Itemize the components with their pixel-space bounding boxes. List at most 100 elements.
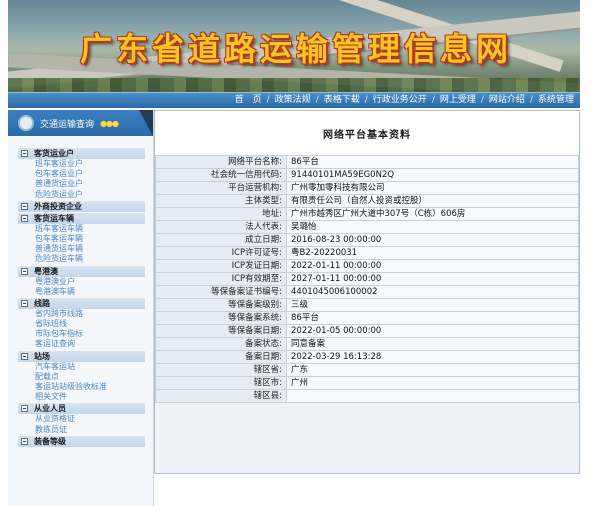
sidebar-menu: 客货运业户 班车客运业户 包车客运业户 普通货运业户 危险货运业户 外商投资企业 客货运车辆… — [8, 148, 153, 447]
sidebar-category[interactable]: 客货运车辆 — [18, 212, 145, 224]
sidebar-link[interactable]: 包车客运业户 — [18, 169, 145, 179]
field-label: 辖区市: — [155, 376, 287, 390]
sidebar-link[interactable]: 市际包车指标 — [18, 329, 145, 339]
sidebar-category[interactable]: 站场 — [18, 350, 145, 362]
field-value: 广州市越秀区广州大道中307号（C栋）606房 — [286, 207, 579, 221]
sidebar-link[interactable]: 普通货运业户 — [18, 179, 145, 189]
sidebar-category[interactable]: 从业人员 — [18, 403, 145, 415]
nav-link[interactable]: 政策法规 — [275, 95, 311, 105]
field-value: 三级 — [286, 298, 579, 312]
table-row: 辖区省: 广东 — [155, 363, 579, 377]
sidebar-category[interactable]: 线路 — [18, 297, 145, 309]
sidebar-link[interactable]: 相关文件 — [18, 392, 145, 402]
sidebar-link[interactable]: 省际班线 — [18, 319, 145, 329]
site-title: 广东省道路运输管理信息网 — [80, 30, 513, 68]
field-value: 广州零加零科技有限公司 — [286, 181, 579, 195]
field-label: 备案状态: — [155, 337, 287, 351]
table-row: 等保备案系统: 86平台 — [155, 311, 579, 325]
sidebar-category[interactable]: 外商投资企业 — [18, 200, 145, 212]
field-label: ICP有效期至: — [155, 272, 287, 286]
sidebar-link[interactable]: 省内跨市线路 — [18, 309, 145, 319]
collapse-icon[interactable] — [21, 150, 28, 157]
nav-item: / 系统管理 — [525, 94, 574, 107]
sidebar-category[interactable]: 客货运业户 — [18, 148, 145, 159]
nav-link[interactable]: 表格下载 — [324, 95, 360, 105]
sidebar-link[interactable]: 普通货运车辆 — [18, 244, 145, 254]
field-label: 主体类型: — [155, 194, 287, 208]
field-value: 吴璐怡 — [286, 220, 579, 234]
nav-item: / 网上受理 — [427, 94, 476, 107]
nav-separator: / — [431, 95, 435, 105]
collapse-icon[interactable] — [21, 405, 28, 413]
table-row: 主体类型: 有限责任公司（自然人投资或控股） — [155, 194, 579, 208]
sidebar-link[interactable]: 粤港澳业户 — [18, 277, 145, 287]
field-value: 广州 — [286, 376, 579, 390]
table-row: 备案日期: 2022-03-29 16:13:28 — [155, 350, 579, 364]
field-value: 91440101MA59EG0N2Q — [286, 168, 579, 182]
sidebar-link[interactable]: 从业资格证 — [18, 414, 145, 424]
nav-link[interactable]: 系统管理 — [538, 95, 574, 105]
sidebar-link[interactable]: 配载点 — [18, 372, 145, 382]
table-row: 平台运营机构: 广州零加零科技有限公司 — [155, 181, 579, 195]
field-value: 广东 — [286, 363, 579, 377]
table-row: 法人代表: 吴璐怡 — [155, 220, 579, 234]
site-banner: 广东省道路运输管理信息网 — [8, 0, 580, 92]
field-label: 平台运营机构: — [155, 181, 287, 195]
sidebar-link[interactable]: 粤港澳车辆 — [18, 287, 145, 297]
nav-link[interactable]: 行政业务公开 — [373, 95, 427, 105]
collapse-icon[interactable] — [21, 352, 28, 360]
field-label: 辖区县: — [155, 389, 287, 403]
field-value: 有限责任公司（自然人投资或控股） — [286, 194, 579, 208]
table-row: ICP发证日期: 2022-01-11 00:00:00 — [155, 259, 579, 273]
sidebar-link[interactable]: 汽车客运站 — [18, 362, 145, 372]
sidebar: 交通运输查询 ●●● 客货运业户 班车客运业户 包车客运业户 普通货运业户 危险货运业户… — [8, 110, 154, 506]
field-label: 备案日期: — [155, 350, 287, 364]
nav-separator: / — [266, 95, 270, 105]
sidebar-link[interactable]: 包车客运车辆 — [18, 234, 145, 244]
field-label: 地址: — [155, 207, 287, 221]
field-label: 等保备案系统: — [155, 311, 287, 325]
main-content: 网络平台基本资料 网络平台名称: 86平台 社会统一信用代码: 91440101MA5… — [154, 110, 580, 474]
field-label: 等保备案日期: — [155, 324, 287, 338]
sidebar-link[interactable]: 危险货运车辆 — [18, 254, 145, 264]
sidebar-link[interactable]: 危险货运业户 — [18, 190, 145, 200]
sidebar-link[interactable]: 客运证查询 — [18, 339, 145, 349]
collapse-icon[interactable] — [21, 214, 28, 222]
nav-list: 首 页 / 政策法规 / 表格下载 / 行政业务公开 / 网上受理 / 网站介绍 / 系统管理 — [235, 94, 574, 107]
nav-link[interactable]: 首 页 — [235, 95, 262, 105]
banner-trees — [8, 78, 580, 92]
sidebar-category[interactable]: 装备等级 — [18, 435, 145, 447]
sidebar-title: 交通运输查询 — [40, 119, 95, 130]
table-row: 地址: 广州市越秀区广州大道中307号（C栋）606房 — [155, 207, 579, 221]
field-value: 同意备案 — [286, 337, 579, 351]
field-label: 法人代表: — [155, 220, 287, 234]
nav-separator: / — [480, 95, 484, 105]
nav-item: / 表格下载 — [311, 94, 360, 107]
sidebar-link[interactable]: 班车客运业户 — [18, 159, 145, 169]
collapse-icon[interactable] — [21, 437, 28, 445]
sidebar-link[interactable]: 教练员证 — [18, 425, 145, 435]
field-label: ICP发证日期: — [155, 259, 287, 273]
sidebar-link[interactable]: 客运站站级验收标准 — [18, 382, 145, 392]
nav-item: / 政策法规 — [262, 94, 311, 107]
sidebar-header: 交通运输查询 ●●● — [8, 110, 153, 136]
field-value: 2022-01-05 00:00:00 — [286, 324, 579, 338]
sidebar-category[interactable]: 粤港澳 — [18, 265, 145, 277]
field-label: 成立日期: — [155, 233, 287, 247]
table-row: ICP许可证号: 粤B2-20220031 — [155, 246, 579, 260]
sidebar-link[interactable]: 班车客运车辆 — [18, 224, 145, 234]
collapse-icon[interactable] — [21, 202, 28, 210]
table-row: 成立日期: 2016-08-23 00:00:00 — [155, 233, 579, 247]
sidebar-category-label: 站场 — [34, 351, 50, 361]
sidebar-category-label: 装备等级 — [34, 436, 66, 446]
field-label: 等保备案级别: — [155, 298, 287, 312]
sidebar-category-label: 从业人员 — [34, 404, 66, 414]
info-table: 网络平台名称: 86平台 社会统一信用代码: 91440101MA59EG0N2Q 平台… — [155, 155, 579, 403]
collapse-icon[interactable] — [21, 299, 28, 307]
nav-link[interactable]: 网上受理 — [440, 95, 476, 105]
field-value — [286, 389, 579, 403]
collapse-icon[interactable] — [21, 267, 28, 275]
nav-separator: / — [315, 95, 319, 105]
table-row: 备案状态: 同意备案 — [155, 337, 579, 351]
nav-link[interactable]: 网站介绍 — [489, 95, 525, 105]
